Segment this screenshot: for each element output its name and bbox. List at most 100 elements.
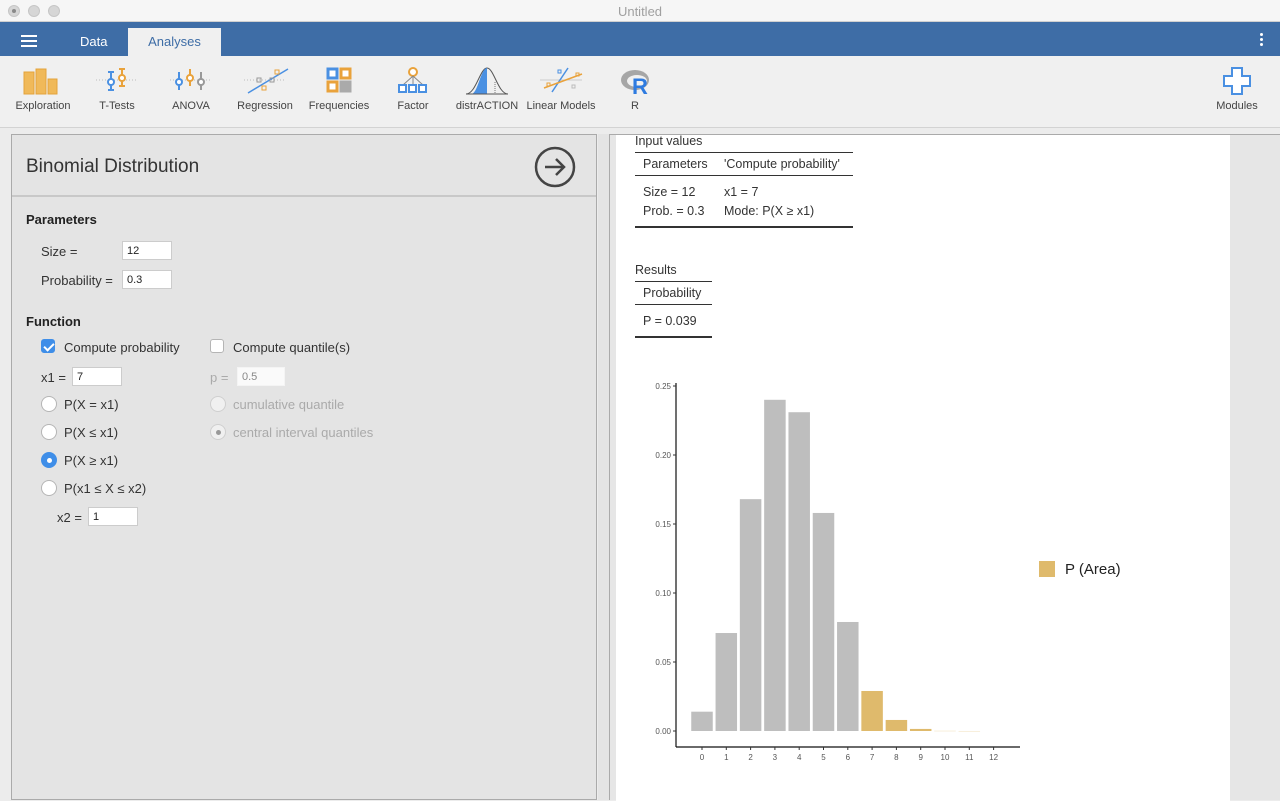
ribbon-modules-button[interactable]: Modules <box>1200 66 1274 112</box>
legend-label: P (Area) <box>1065 561 1121 578</box>
y-tick-label: 0.20 <box>655 451 671 460</box>
legend-swatch <box>1039 561 1055 577</box>
x-tick-label: 11 <box>965 753 974 762</box>
tab-data[interactable]: Data <box>60 28 127 56</box>
bar-0 <box>691 711 713 731</box>
x-tick-label: 8 <box>894 753 899 762</box>
size-label: Size = <box>41 244 78 259</box>
mode-radio-between[interactable] <box>41 480 57 496</box>
function-heading: Function <box>26 314 81 329</box>
mode-radio-greater-equal[interactable] <box>41 452 57 468</box>
tab-analyses[interactable]: Analyses <box>128 28 221 56</box>
options-header: Binomial Distribution <box>12 135 596 197</box>
x-tick-label: 0 <box>700 753 705 762</box>
ribbon-factor-button[interactable]: Factor <box>376 66 450 112</box>
bar-2 <box>739 499 762 731</box>
input-values-header-compute: 'Compute probability' <box>724 157 840 171</box>
panel-splitter[interactable] <box>598 134 609 800</box>
bar-3 <box>764 399 786 731</box>
linear-models-icon <box>540 67 583 93</box>
ribbon-linear-models-button[interactable]: Linear Models <box>524 66 598 112</box>
x-tick-label: 3 <box>773 753 778 762</box>
quantile-label-central: central interval quantiles <box>233 425 374 440</box>
ribbon-r-button[interactable]: R R <box>598 66 672 112</box>
bar-11 <box>958 730 981 732</box>
probability-input[interactable] <box>122 270 172 289</box>
ribbon-exploration-button[interactable]: Exploration <box>6 66 80 112</box>
bar-6 <box>837 621 859 731</box>
results-header-probability: Probability <box>643 286 702 300</box>
plus-icon <box>1223 67 1251 95</box>
compute-probability-checkbox[interactable] <box>41 339 55 353</box>
table-rule <box>635 175 853 176</box>
analysis-title: Binomial Distribution <box>26 156 200 177</box>
x-tick-label: 10 <box>941 753 950 762</box>
mode-label-greater-equal: P(X ≥ x1) <box>64 453 119 468</box>
more-options-icon[interactable] <box>1260 33 1264 48</box>
x2-label: x2 = <box>57 510 82 525</box>
y-tick-label: 0.25 <box>655 382 671 391</box>
y-tick-label: 0.15 <box>655 520 671 529</box>
window-title: Untitled <box>617 4 663 19</box>
r-icon: R <box>621 70 649 96</box>
table-rule <box>635 226 853 228</box>
bar-8 <box>885 719 908 731</box>
mode-label-less-equal: P(X ≤ x1) <box>64 425 119 440</box>
quantile-radio-cumulative[interactable] <box>210 396 226 412</box>
input-values-cell: Size = 12 <box>643 185 696 199</box>
input-values-header-parameters: Parameters <box>643 157 708 171</box>
results-probability-value: P = 0.039 <box>643 314 697 328</box>
anova-icon <box>170 69 212 90</box>
x-tick-label: 5 <box>821 753 826 762</box>
quantile-label-cumulative: cumulative quantile <box>233 397 345 412</box>
menu-bar: Data Analyses <box>0 22 1280 56</box>
compute-quantiles-checkbox[interactable] <box>210 339 224 353</box>
p-label: p = <box>210 370 229 385</box>
ribbon-regression-button[interactable]: Regression <box>228 66 302 112</box>
x-tick-label: 4 <box>797 753 802 762</box>
factor-icon <box>398 67 427 93</box>
quantile-radio-central[interactable] <box>210 424 226 440</box>
bar-4 <box>788 412 810 731</box>
y-tick-label: 0.10 <box>655 589 671 598</box>
input-values-cell: x1 = 7 <box>724 185 759 199</box>
x-tick-label: 6 <box>846 753 851 762</box>
table-rule <box>635 336 712 338</box>
input-values-title: Input values <box>635 134 703 148</box>
bar-9 <box>909 728 932 731</box>
x1-label: x1 = <box>41 370 66 385</box>
table-rule <box>635 152 853 153</box>
table-rule <box>635 304 712 305</box>
exploration-icon <box>23 68 58 95</box>
ribbon-anova-button[interactable]: ANOVA <box>154 66 228 112</box>
size-input[interactable] <box>122 241 172 260</box>
results-title: Results <box>635 263 677 277</box>
t-tests-icon <box>96 68 138 91</box>
svg-text:R: R <box>632 74 648 96</box>
distribution-icon <box>465 67 509 95</box>
y-tick-label: 0.00 <box>655 727 671 736</box>
x-tick-label: 1 <box>724 753 729 762</box>
compute-quantiles-label: Compute quantile(s) <box>233 340 351 355</box>
mode-radio-equal[interactable] <box>41 396 57 412</box>
title-bar: Untitled <box>0 0 1280 22</box>
x2-input[interactable] <box>88 507 138 526</box>
ribbon-t-tests-button[interactable]: T-Tests <box>80 66 154 112</box>
p-input[interactable] <box>237 367 285 386</box>
x-tick-label: 2 <box>748 753 753 762</box>
ribbon-distraction-button[interactable]: distrACTION <box>450 66 524 112</box>
ribbon-frequencies-button[interactable]: Frequencies <box>302 66 376 112</box>
x-tick-label: 9 <box>918 753 923 762</box>
bar-7 <box>861 690 883 731</box>
bar-5 <box>812 512 835 731</box>
frequencies-icon <box>326 67 352 93</box>
hamburger-menu-icon[interactable] <box>21 35 37 47</box>
bar-1 <box>715 633 738 731</box>
input-values-cell: Mode: P(X ≥ x1) <box>724 204 815 218</box>
mode-radio-less-equal[interactable] <box>41 424 57 440</box>
regression-icon <box>244 68 289 94</box>
probability-label: Probability = <box>41 273 113 288</box>
mode-label-equal: P(X = x1) <box>64 397 119 412</box>
arrow-right-circle-icon[interactable] <box>534 146 576 188</box>
x1-input[interactable] <box>72 367 122 386</box>
